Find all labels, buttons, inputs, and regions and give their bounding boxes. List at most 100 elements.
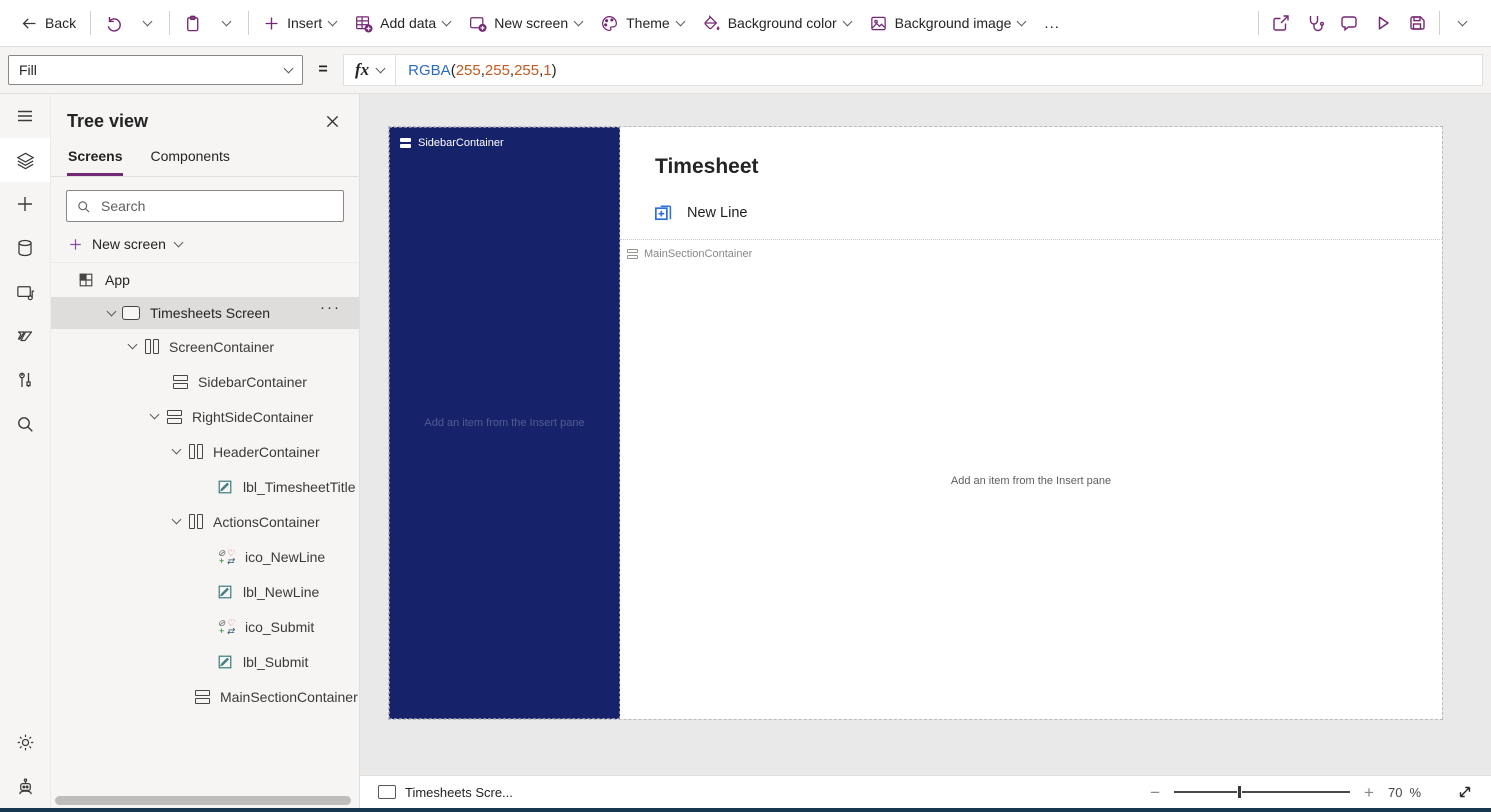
theme-button[interactable]: Theme (591, 6, 693, 40)
formula-input[interactable]: RGBA(255, 255, 255, 1) (396, 55, 1482, 85)
new-line-label[interactable]: New Line (687, 205, 747, 221)
tree-item-label: lbl_NewLine (243, 583, 320, 600)
toolbar-overflow-button[interactable]: ... (1034, 15, 1070, 32)
rail-item-search[interactable] (0, 402, 50, 446)
background-image-label: Background image (894, 15, 1012, 31)
app-canvas[interactable]: SidebarContainer Add an item from the In… (388, 126, 1443, 720)
rail-item-advanced-tools[interactable] (0, 358, 50, 402)
plus-icon (70, 238, 81, 250)
save-button[interactable] (1400, 6, 1434, 40)
tree-item-lbl-timesheettitle[interactable]: lbl_TimesheetTitle (51, 469, 359, 504)
zoom-slider-thumb[interactable] (1237, 785, 1243, 799)
undo-dropdown[interactable] (130, 6, 164, 40)
chevron-down-icon[interactable] (127, 339, 138, 350)
vertical-container-icon (189, 444, 203, 459)
background-image-button[interactable]: Background image (860, 6, 1035, 40)
new-screen-button[interactable]: New screen (459, 6, 591, 40)
horizontal-container-icon (195, 689, 210, 704)
zoom-slider[interactable] (1174, 785, 1351, 799)
menu-hamburger-button[interactable] (0, 94, 50, 138)
app-checker-button[interactable] (1298, 6, 1332, 40)
sidebar-placeholder-text: Add an item from the Insert pane (424, 417, 585, 429)
tree-item-screencontainer[interactable]: ScreenContainer (51, 329, 359, 364)
new-screen-tree-button[interactable]: New screen (51, 230, 359, 262)
tree-panel-header: Tree view (51, 94, 359, 136)
separator (169, 11, 171, 35)
tree-item-timesheets-screen[interactable]: Timesheets Screen ··· (51, 297, 359, 329)
save-dropdown[interactable] (1445, 6, 1479, 40)
formula-value-a: 1 (543, 61, 552, 79)
zoom-percentage: 70 % (1388, 785, 1421, 800)
fx-dropdown[interactable]: fx (344, 55, 397, 85)
rail-item-media[interactable] (0, 270, 50, 314)
media-icon (16, 285, 34, 300)
equals-sign: = (318, 61, 328, 78)
canvas-area: SidebarContainer Add an item from the In… (360, 94, 1491, 808)
chevron-down-icon[interactable] (171, 514, 182, 525)
fit-to-window-button[interactable] (1457, 784, 1473, 800)
tree-item-lbl-newline[interactable]: lbl_NewLine (51, 574, 359, 609)
share-button[interactable] (1264, 6, 1298, 40)
status-bar: Timesheets Scre... − + 70 % (360, 775, 1491, 808)
tree-item-ico-submit[interactable]: ⊘ ♡ + ⇄ ico_Submit (51, 609, 359, 644)
horizontal-container-icon (167, 409, 182, 424)
preview-play-button[interactable] (1366, 6, 1400, 40)
tree-item-sidebarcontainer[interactable]: SidebarContainer (51, 364, 359, 399)
tree-panel-horizontal-scrollbar[interactable] (55, 796, 351, 805)
zoom-unit: % (1409, 784, 1421, 800)
tab-screens[interactable]: Screens (67, 142, 124, 176)
property-selector[interactable]: Fill (8, 55, 303, 85)
status-screen-selector[interactable]: Timesheets Scre... (378, 785, 513, 800)
tree-item-rightsidecontainer[interactable]: RightSideContainer (51, 399, 359, 434)
insert-button[interactable]: Insert (254, 6, 345, 40)
zoom-controls: − + 70 % (1150, 784, 1473, 801)
more-actions-button[interactable]: ··· (320, 299, 341, 316)
undo-button[interactable] (96, 6, 130, 40)
rail-item-settings[interactable] (0, 720, 50, 764)
zoom-in-button[interactable]: + (1364, 784, 1374, 801)
tree-item-lbl-submit[interactable]: lbl_Submit (51, 644, 359, 679)
chevron-down-icon[interactable] (106, 306, 117, 316)
chevron-down-icon[interactable] (149, 409, 160, 420)
tree-item-label: ico_Submit (245, 618, 315, 635)
canvas-sidebar-container[interactable]: SidebarContainer Add an item from the In… (389, 127, 620, 719)
main-placeholder-text: Add an item from the Insert pane (950, 475, 1112, 487)
rail-item-insert[interactable] (0, 182, 50, 226)
zoom-value: 70 (1387, 784, 1403, 800)
chevron-down-icon[interactable] (171, 444, 182, 455)
tree-item-actionscontainer[interactable]: ActionsContainer (51, 504, 359, 539)
tree-item-app[interactable]: App (51, 262, 359, 297)
back-button[interactable]: Back (12, 6, 85, 40)
theme-label: Theme (626, 15, 670, 31)
tree-item-mainsectioncontainer[interactable]: MainSectionContainer (51, 679, 359, 714)
tree-item-ico-newline[interactable]: ⊘ ♡ + ⇄ ico_NewLine (51, 539, 359, 574)
tab-components[interactable]: Components (149, 142, 230, 176)
tree-item-label: lbl_Submit (243, 653, 309, 670)
close-panel-button[interactable] (321, 110, 343, 132)
formula-paren: ) (551, 61, 557, 79)
background-color-button[interactable]: Background color (693, 6, 860, 40)
paste-button[interactable] (175, 6, 209, 40)
rail-item-tree-view[interactable] (0, 138, 50, 182)
tree-item-label: SidebarContainer (198, 373, 307, 390)
rail-item-data[interactable] (0, 226, 50, 270)
comments-button[interactable] (1332, 6, 1366, 40)
robot-icon (18, 777, 32, 794)
separator (248, 11, 250, 35)
zoom-out-button[interactable]: − (1150, 784, 1160, 801)
canvas-header-container[interactable]: Timesheet New Line (620, 127, 1442, 240)
tree-item-headercontainer[interactable]: HeaderContainer (51, 434, 359, 469)
expand-diagonal-icon (1459, 786, 1471, 798)
rail-item-power-automate[interactable] (0, 314, 50, 358)
add-data-button[interactable]: Add data (345, 6, 459, 40)
timesheet-title-label[interactable]: Timesheet (655, 155, 759, 179)
paste-dropdown[interactable] (209, 6, 243, 40)
horizontal-container-icon (627, 249, 638, 259)
search-input[interactable] (99, 197, 334, 215)
add-data-icon (356, 15, 373, 33)
rail-item-copilot-bot[interactable] (0, 764, 50, 808)
new-line-action[interactable]: New Line (652, 201, 747, 224)
main-section-container-tag[interactable]: MainSectionContainer (627, 248, 752, 260)
tree-item-label: ScreenContainer (169, 338, 275, 355)
formula-function: RGBA (408, 61, 451, 79)
